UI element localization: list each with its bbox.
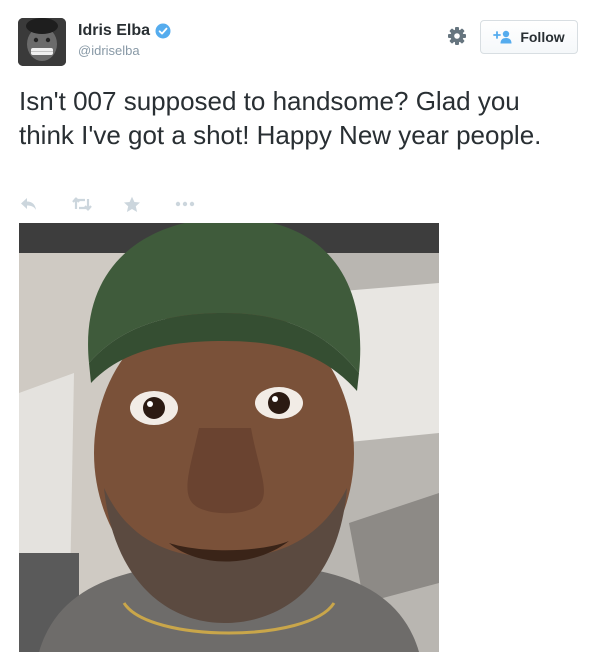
- follow-button[interactable]: Follow: [480, 20, 578, 54]
- tweet-text: Isn't 007 supposed to handsome? Glad you…: [19, 86, 542, 150]
- follow-label: Follow: [520, 29, 565, 45]
- verified-badge-icon: [155, 23, 171, 39]
- author-handle[interactable]: @idriselba: [78, 43, 171, 58]
- reply-icon[interactable]: [19, 194, 71, 214]
- more-dots-icon[interactable]: [175, 194, 227, 214]
- favorite-star-icon[interactable]: [123, 194, 175, 214]
- add-user-icon: [493, 30, 513, 44]
- gear-icon[interactable]: [446, 25, 468, 47]
- author-name[interactable]: Idris Elba: [78, 22, 150, 40]
- tweet-card: Idris Elba @idriselba Follow Isn't 007 s…: [0, 0, 591, 652]
- retweet-icon[interactable]: [71, 194, 123, 214]
- tweet-photo[interactable]: [19, 223, 439, 652]
- author-block: Idris Elba @idriselba: [78, 22, 171, 58]
- avatar[interactable]: [18, 18, 66, 66]
- tweet-actions: [19, 194, 227, 214]
